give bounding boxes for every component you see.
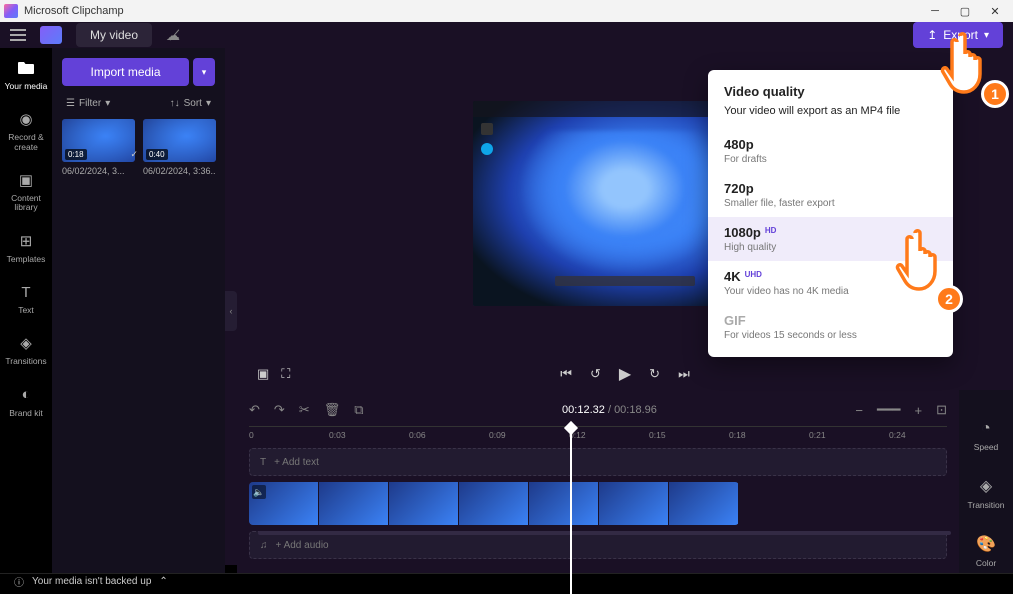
media-clip[interactable]: 0:18 ✓ 06/02/2024, 3... — [62, 119, 135, 176]
sidebar-item-transitions[interactable]: ◈ Transitions — [5, 333, 46, 366]
folder-icon — [16, 58, 36, 78]
chevron-down-icon: ▾ — [206, 98, 211, 109]
sort-icon: ↑↓ — [170, 98, 180, 109]
sidebar-item-record[interactable]: ◉ Record & create — [0, 109, 52, 152]
sidebar-item-text[interactable]: T Text — [16, 282, 36, 315]
zoom-in-button[interactable]: + — [915, 403, 923, 418]
split-button[interactable]: ✂ — [299, 402, 310, 418]
forward-icon[interactable]: ↻ — [649, 366, 660, 382]
transitions-icon: ◈ — [16, 333, 36, 353]
undo-button[interactable]: ↶ — [249, 402, 260, 418]
transition-icon: ◈ — [980, 476, 992, 496]
sidebar-item-content-library[interactable]: ▣ Content library — [0, 170, 52, 213]
sidebar-item-templates[interactable]: ⊞ Templates — [7, 231, 46, 264]
popup-title: Video quality — [708, 84, 953, 99]
color-icon: 🎨 — [976, 534, 996, 554]
import-dropdown[interactable]: ▾ — [193, 58, 215, 86]
timeline-ruler[interactable]: 0 0:03 0:06 0:09 0:12 0:15 0:18 0:21 0:2… — [249, 426, 947, 444]
left-sidebar: Your media ◉ Record & create ▣ Content l… — [0, 48, 52, 573]
chevron-down-icon: ▾ — [105, 98, 110, 109]
project-name[interactable]: My video — [76, 23, 152, 47]
crop-icon[interactable]: ▣ — [257, 366, 269, 382]
color-tool[interactable]: 🎨 Color — [976, 534, 996, 568]
sort-button[interactable]: ↑↓Sort ▾ — [170, 98, 211, 109]
export-quality-popup: Video quality Your video will export as … — [708, 70, 953, 357]
zoom-out-button[interactable]: − — [855, 403, 863, 418]
media-panel: Import media ▾ ☰Filter ▾ ↑↓Sort ▾ 0:18 ✓… — [52, 48, 225, 573]
media-clip[interactable]: 0:40 06/02/2024, 3:36... — [143, 119, 216, 176]
edge-icon — [481, 143, 493, 155]
app-icon — [4, 4, 18, 18]
templates-icon: ⊞ — [16, 231, 36, 251]
maximize-button[interactable]: ▢ — [959, 5, 971, 17]
playhead[interactable] — [570, 427, 572, 594]
rewind-icon[interactable]: ↺ — [590, 366, 601, 382]
redo-button[interactable]: ↷ — [274, 402, 285, 418]
upload-icon: ↥ — [927, 28, 937, 42]
play-button[interactable]: ▶ — [619, 364, 631, 384]
speed-icon: ◔ — [981, 420, 991, 438]
recycle-bin-icon — [481, 123, 493, 135]
music-icon: ♫ — [260, 540, 268, 551]
callout-badge-1: 1 — [981, 80, 1009, 108]
playhead-time: 00:12.32 / 00:18.96 — [378, 404, 842, 416]
cloud-sync-icon[interactable]: ☁̸ — [166, 27, 180, 44]
backup-notice[interactable]: ⓘ Your media isn't backed up ⌃ — [14, 574, 168, 589]
skip-end-icon[interactable]: ⏭ — [678, 366, 690, 382]
speed-tool[interactable]: ◔ Speed — [974, 420, 999, 452]
skip-start-icon[interactable]: ⏮ — [560, 366, 572, 382]
horizontal-scrollbar[interactable] — [258, 531, 951, 535]
brand-icon: ◐ — [16, 385, 36, 405]
filter-icon: ☰ — [66, 98, 75, 109]
callout-badge-2: 2 — [935, 285, 963, 313]
delete-button[interactable]: 🗑 — [324, 402, 341, 418]
footer-bar: ⓘ Your media isn't backed up ⌃ — [0, 573, 1013, 589]
minimize-button[interactable]: ─ — [929, 5, 941, 17]
popup-subtitle: Your video will export as an MP4 file — [708, 105, 953, 117]
import-media-button[interactable]: Import media — [62, 58, 189, 86]
logo-icon — [40, 26, 62, 44]
zoom-fit-button[interactable]: ⊡ — [936, 402, 947, 418]
zoom-slider[interactable]: ━━━ — [877, 402, 900, 418]
check-icon: ✓ — [130, 149, 138, 160]
expand-icon[interactable]: ⛶ — [281, 366, 290, 382]
add-audio-track[interactable]: ♫ + Add audio — [249, 531, 947, 559]
hamburger-menu[interactable] — [10, 29, 26, 41]
app-title: Microsoft Clipchamp — [24, 5, 929, 17]
record-icon: ◉ — [16, 109, 36, 129]
quality-option-gif[interactable]: GIF For videos 15 seconds or less — [708, 305, 953, 349]
duplicate-button[interactable]: ⧉ — [354, 402, 363, 418]
add-text-track[interactable]: T + Add text — [249, 448, 947, 476]
video-track[interactable]: 🔈 — [249, 482, 739, 525]
info-icon: ⓘ — [14, 574, 24, 589]
quality-option-720p[interactable]: 720p Smaller file, faster export — [708, 173, 953, 217]
right-toolbar: ◔ Speed ◈ Transition 🎨 Color — [959, 390, 1013, 573]
titlebar: Microsoft Clipchamp ─ ▢ ✕ — [0, 0, 1013, 22]
text-icon: T — [16, 282, 36, 302]
close-button[interactable]: ✕ — [989, 5, 1001, 17]
audio-mute-icon[interactable]: 🔈 — [252, 485, 266, 499]
collapse-panel-button[interactable]: ‹ — [225, 291, 237, 331]
filter-button[interactable]: ☰Filter ▾ — [66, 98, 110, 109]
quality-option-480p[interactable]: 480p For drafts — [708, 129, 953, 173]
text-icon: T — [260, 457, 266, 468]
sidebar-item-your-media[interactable]: Your media — [5, 58, 48, 91]
library-icon: ▣ — [16, 170, 36, 190]
app-header: My video ☁̸ ↥ Export ▾ — [0, 22, 1013, 48]
transition-tool[interactable]: ◈ Transition — [967, 476, 1004, 510]
chevron-up-icon: ⌃ — [159, 576, 167, 587]
sidebar-item-brand-kit[interactable]: ◐ Brand kit — [9, 385, 43, 418]
